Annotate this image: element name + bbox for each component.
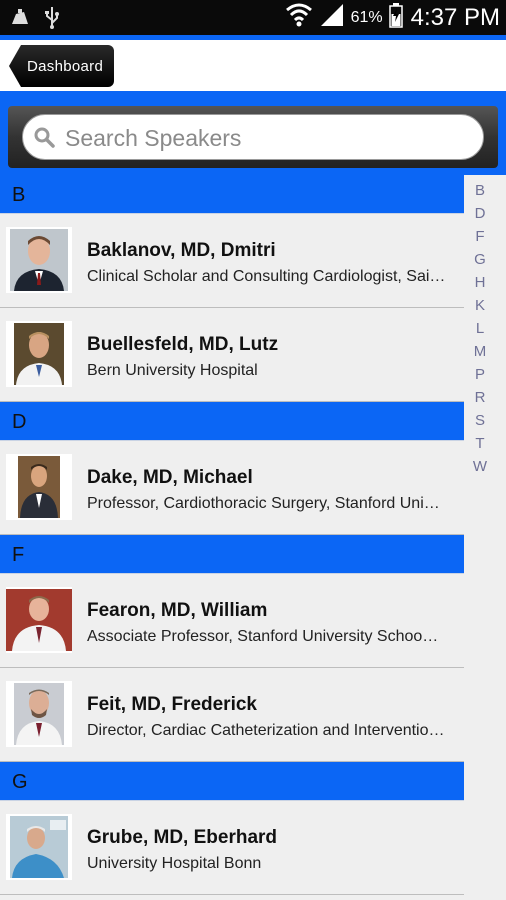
section-header-g: G xyxy=(0,762,464,801)
usb-icon xyxy=(44,6,60,35)
speaker-row[interactable]: Fearon, MD, William Associate Professor,… xyxy=(0,574,464,668)
speaker-row[interactable]: Dake, MD, Michael Professor, Cardiothora… xyxy=(0,441,464,535)
alphabet-index: B D F G H K L M P R S T W xyxy=(466,179,494,478)
battery-icon xyxy=(388,2,403,33)
index-letter-m[interactable]: M xyxy=(466,340,494,363)
speaker-photo xyxy=(6,321,72,387)
index-letter-s[interactable]: S xyxy=(466,409,494,432)
index-letter-t[interactable]: T xyxy=(466,432,494,455)
section-header-f: F xyxy=(0,535,464,574)
search-input[interactable] xyxy=(63,121,467,155)
index-letter-g[interactable]: G xyxy=(466,248,494,271)
index-letter-d[interactable]: D xyxy=(466,202,494,225)
speaker-name: Grube, MD, Eberhard xyxy=(87,827,278,848)
notification-icon xyxy=(10,6,30,35)
battery-percent: 61% xyxy=(350,8,383,26)
speaker-row[interactable]: Feit, MD, Frederick Director, Cardiac Ca… xyxy=(0,668,464,762)
status-bar: 61% 4:37 PM xyxy=(0,0,506,35)
speaker-list: B Baklanov, MD, Dmitri Clinical Scholar … xyxy=(0,175,464,895)
speaker-photo xyxy=(6,681,72,747)
speaker-photo xyxy=(6,814,72,880)
speaker-name: Buellesfeld, MD, Lutz xyxy=(87,334,279,355)
index-letter-p[interactable]: P xyxy=(466,363,494,386)
speaker-title: Associate Professor, Stanford University… xyxy=(87,628,439,645)
speaker-name: Baklanov, MD, Dmitri xyxy=(87,240,276,261)
index-letter-k[interactable]: K xyxy=(466,294,494,317)
speaker-name: Fearon, MD, William xyxy=(87,600,268,621)
wifi-icon xyxy=(285,2,313,33)
clock: 4:37 PM xyxy=(410,3,500,31)
speaker-row[interactable]: Grube, MD, Eberhard University Hospital … xyxy=(0,801,464,895)
search-box[interactable] xyxy=(22,114,484,160)
speaker-photo xyxy=(6,454,72,520)
index-letter-h[interactable]: H xyxy=(466,271,494,294)
speaker-row[interactable]: Baklanov, MD, Dmitri Clinical Scholar an… xyxy=(0,214,464,308)
search-bar xyxy=(8,106,498,168)
speaker-title: Professor, Cardiothoracic Surgery, Stanf… xyxy=(87,495,440,512)
index-letter-b[interactable]: B xyxy=(466,179,494,202)
speaker-title: University Hospital Bonn xyxy=(87,855,262,872)
dashboard-back-button[interactable]: Dashboard xyxy=(9,45,114,87)
signal-icon xyxy=(319,2,345,33)
speaker-photo xyxy=(6,227,72,293)
speaker-title: Clinical Scholar and Consulting Cardiolo… xyxy=(87,268,446,285)
section-header-d: D xyxy=(0,402,464,441)
index-letter-w[interactable]: W xyxy=(466,455,494,478)
index-letter-l[interactable]: L xyxy=(466,317,494,340)
search-icon xyxy=(33,126,57,155)
speaker-title: Director, Cardiac Catheterization and In… xyxy=(87,722,445,739)
speaker-photo xyxy=(6,587,72,653)
section-header-b: B xyxy=(0,175,464,214)
app-header: Dashboard xyxy=(0,40,506,91)
index-letter-f[interactable]: F xyxy=(466,225,494,248)
index-letter-r[interactable]: R xyxy=(466,386,494,409)
speaker-name: Dake, MD, Michael xyxy=(87,467,253,488)
speaker-name: Feit, MD, Frederick xyxy=(87,694,257,715)
speaker-row[interactable]: Buellesfeld, MD, Lutz Bern University Ho… xyxy=(0,308,464,402)
speaker-title: Bern University Hospital xyxy=(87,362,258,379)
